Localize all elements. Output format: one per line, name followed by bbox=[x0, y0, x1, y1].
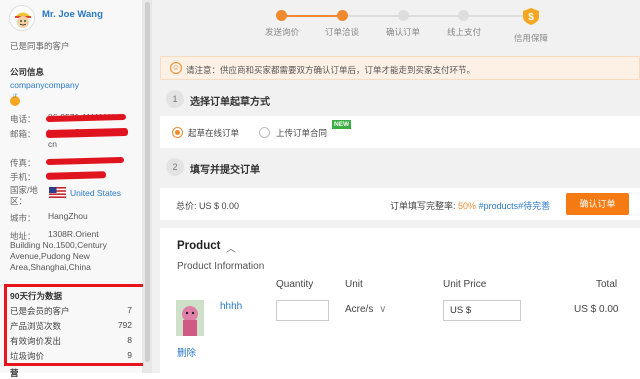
line-total: US $ 0.00 bbox=[574, 304, 619, 315]
notice-bar: ☺ 请注意：供应商和买家都需要双方确认订单后，订单才能走到买家支付环节。 bbox=[160, 56, 640, 80]
order-main-area: $ 发送询价 订单洽谈 确认订单 线上支付 信用保障 ☺ 请注意：供应商和买家都… bbox=[152, 0, 640, 373]
company-info-heading: 公司信息 bbox=[10, 67, 45, 77]
customer-avatar bbox=[9, 5, 35, 31]
completeness-percent: 50% bbox=[458, 201, 477, 211]
truncated-heading: 营 bbox=[10, 368, 19, 378]
section1-title: 选择订单起草方式 bbox=[190, 97, 270, 108]
step-label: 确认订单 bbox=[385, 27, 420, 37]
quantity-input[interactable] bbox=[276, 300, 329, 321]
phone-label: 电话： bbox=[10, 114, 36, 124]
step-connector bbox=[342, 15, 532, 17]
product-title: Product bbox=[177, 240, 221, 252]
gold-supplier-mark-icon: ℱ bbox=[13, 94, 18, 100]
column-header-quantity: Quantity bbox=[276, 279, 314, 290]
address-line-4: Area,Shanghai,China bbox=[10, 262, 91, 272]
fax-redaction bbox=[45, 156, 125, 166]
credit-assurance-icon: $ bbox=[523, 8, 539, 25]
country-value: United States bbox=[70, 188, 122, 198]
upload-contract-label[interactable]: 上传订单合同 bbox=[276, 127, 327, 139]
draft-method-panel: 起草在线订单 上传订单合同 NEW bbox=[160, 116, 640, 148]
draft-online-radio[interactable] bbox=[172, 127, 183, 138]
address-line-2: Building No.1500,Century bbox=[10, 240, 107, 250]
chevron-down-icon: ∨ bbox=[379, 304, 387, 315]
address-line-1: 1308R.Orient bbox=[48, 229, 99, 239]
product-name-link[interactable]: hhhh bbox=[220, 301, 242, 312]
completeness-label: 订单填写完整率: 50% #products#待完善 bbox=[390, 199, 550, 212]
delete-product-link[interactable]: 删除 bbox=[177, 345, 196, 359]
notice-text: 请注意：供应商和买家都需要双方确认订单后，订单才能走到买家支付环节。 bbox=[186, 65, 476, 75]
product-info-label: Product Information bbox=[177, 261, 265, 272]
address-line-3: Avenue,Pudong New bbox=[10, 251, 90, 261]
order-summary-bar: 总价: US $ 0.00 订单填写完整率: 50% #products#待完善… bbox=[160, 188, 640, 220]
column-header-total: Total bbox=[596, 279, 618, 290]
confirm-order-button[interactable]: 确认订单 bbox=[566, 193, 629, 215]
step-dot-done bbox=[276, 10, 287, 21]
completeness-todo-link[interactable]: #products#待完善 bbox=[479, 201, 551, 211]
total-price-label: 总价: US $ 0.00 bbox=[176, 201, 240, 211]
step-label: 线上支付 bbox=[446, 27, 481, 37]
unit-select-value: Acre/s bbox=[345, 304, 374, 315]
company-name-link[interactable]: companycompany bbox=[10, 80, 79, 90]
draft-online-label[interactable]: 起草在线订单 bbox=[188, 127, 239, 139]
section2-title: 填写并提交订单 bbox=[190, 165, 260, 176]
customer-name[interactable]: Mr. Joe Wang bbox=[42, 9, 103, 20]
email-redaction bbox=[45, 127, 129, 139]
scrollbar-thumb[interactable] bbox=[145, 2, 150, 362]
step-label: 订单洽谈 bbox=[324, 27, 359, 37]
completeness-text: 订单填写完整率: bbox=[390, 201, 456, 211]
step-label: 信用保障 bbox=[513, 33, 548, 43]
collapse-chevron-icon[interactable]: ︿ bbox=[226, 240, 236, 255]
step-dot-current bbox=[337, 10, 348, 21]
new-badge: NEW bbox=[332, 120, 352, 129]
mobile-redaction bbox=[45, 171, 107, 180]
step-label: 发送询价 bbox=[264, 27, 299, 37]
step-connector bbox=[282, 15, 342, 17]
smile-icon: ☺ bbox=[170, 62, 182, 74]
product-panel: Product ︿ Product Information hhhh 删除 bbox=[160, 228, 640, 373]
email-value-line2: cn bbox=[48, 139, 57, 149]
column-header-unit-price: Unit Price bbox=[443, 279, 487, 290]
step-number: 1 bbox=[166, 90, 184, 108]
fax-label: 传真： bbox=[10, 158, 36, 168]
unit-price-input[interactable]: US $ bbox=[443, 300, 521, 321]
city-label: 城市： bbox=[10, 213, 36, 223]
svg-text:$: $ bbox=[528, 12, 534, 23]
section2-header: 2 填写并提交订单 bbox=[160, 154, 640, 182]
country-label: 国家/地区： bbox=[10, 185, 38, 206]
step-dot bbox=[458, 10, 469, 21]
column-header-unit: Unit bbox=[345, 279, 363, 290]
city-value: HangZhou bbox=[48, 211, 88, 221]
upload-contract-radio[interactable] bbox=[259, 127, 270, 138]
email-label: 邮箱： bbox=[10, 129, 36, 139]
mobile-label: 手机： bbox=[10, 172, 36, 182]
product-thumbnail bbox=[176, 300, 204, 336]
step-dot bbox=[398, 10, 409, 21]
section1-header: 1 选择订单起草方式 bbox=[160, 85, 640, 115]
us-flag-icon bbox=[49, 187, 66, 198]
unit-select[interactable]: Acre/s ∨ bbox=[345, 304, 386, 315]
stats-highlight-box bbox=[4, 284, 147, 366]
step-number: 2 bbox=[166, 158, 184, 176]
customer-status: 已是同事的客户 bbox=[10, 41, 70, 51]
sidebar-scrollbar[interactable] bbox=[143, 0, 152, 373]
